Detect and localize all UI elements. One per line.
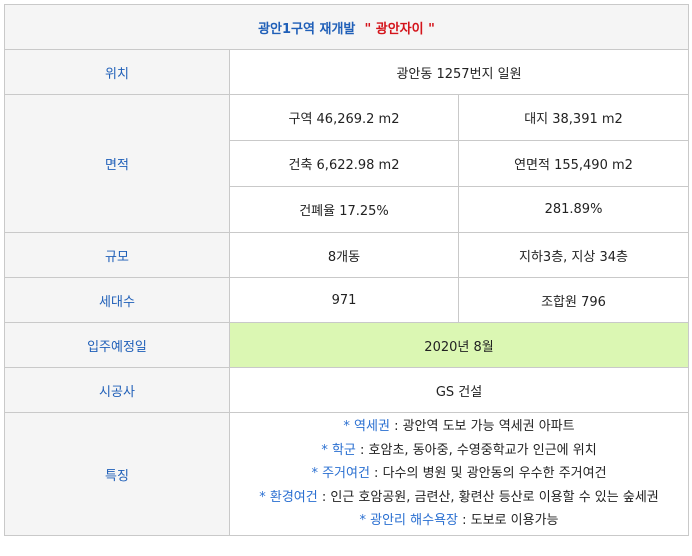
feature-text: : 도보로 이용가능 [458, 513, 559, 529]
feature-item: * 학군 : 호암초, 동아중, 수영중학교가 인근에 위치 [230, 439, 688, 463]
row-move-in: 입주예정일 2020년 8월 [4, 322, 690, 368]
scale-buildings: 8개동 [229, 232, 459, 278]
area-zone: 구역 46,269.2 m2 [229, 94, 459, 141]
feature-item: * 환경여건 : 인근 호암공원, 금련산, 황련산 등산로 이용할 수 있는 … [230, 486, 688, 510]
row-area-1: 면적 구역 46,269.2 m2 대지 38,391 m2 [4, 94, 690, 233]
location-label: 위치 [4, 49, 230, 95]
features-label: 특징 [4, 412, 230, 536]
area-floor-ratio: 281.89% [457, 186, 690, 233]
title-main: 광안1구역 재개발 [258, 21, 356, 37]
feature-text: : 광안역 도보 가능 역세권 아파트 [389, 419, 575, 435]
feature-item: * 광안리 해수욕장 : 도보로 이용가능 [230, 509, 688, 533]
feature-text: : 인근 호암공원, 금련산, 황련산 등산로 이용할 수 있는 숲세권 [317, 489, 659, 505]
title-quote: " 광안자이 " [364, 21, 435, 37]
area-label: 면적 [4, 94, 230, 233]
row-scale: 규모 8개동 지하3층, 지상 34층 [4, 232, 690, 278]
feature-item: * 역세권 : 광안역 도보 가능 역세권 아파트 [230, 415, 688, 439]
row-builder: 시공사 GS 건설 [4, 367, 690, 413]
move-in-value: 2020년 8월 [228, 322, 690, 368]
feature-key: * 역세권 [343, 419, 390, 435]
feature-key: * 학군 [321, 442, 356, 458]
area-land: 대지 38,391 m2 [457, 94, 690, 141]
scale-label: 규모 [4, 232, 230, 278]
title-row: 광안1구역 재개발 " 광안자이 " [3, 4, 690, 50]
feature-text: : 호암초, 동아중, 수영중학교가 인근에 위치 [355, 442, 597, 458]
households-total: 971 [229, 277, 459, 323]
row-location: 위치 광안동 1257번지 일원 [4, 49, 690, 95]
feature-item: * 주거여건 : 다수의 병원 및 광안동의 우수한 주거여건 [230, 462, 688, 486]
scale-floors: 지하3층, 지상 34층 [457, 232, 690, 278]
feature-text: : 다수의 병원 및 광안동의 우수한 주거여건 [369, 466, 607, 482]
builder-value: GS 건설 [228, 367, 690, 413]
feature-key: * 주거여건 [311, 466, 370, 482]
area-building: 건축 6,622.98 m2 [229, 140, 459, 187]
feature-key: * 광안리 해수욕장 [359, 513, 459, 529]
households-members: 조합원 796 [457, 277, 690, 323]
table-title: 광안1구역 재개발 " 광안자이 " [3, 4, 690, 50]
row-households: 세대수 971 조합원 796 [4, 277, 690, 323]
area-total-floor: 연면적 155,490 m2 [457, 140, 690, 187]
feature-key: * 환경여건 [259, 489, 318, 505]
move-in-label: 입주예정일 [4, 322, 230, 368]
project-info-table: 광안1구역 재개발 " 광안자이 " 위치 광안동 1257번지 일원 면적 구… [3, 4, 690, 536]
builder-label: 시공사 [4, 367, 230, 413]
location-value: 광안동 1257번지 일원 [228, 49, 690, 95]
row-features: 특징 * 역세권 : 광안역 도보 가능 역세권 아파트 * 학군 : 호암초,… [4, 412, 690, 536]
households-label: 세대수 [4, 277, 230, 323]
area-coverage: 건폐율 17.25% [229, 186, 459, 233]
features-list: * 역세권 : 광안역 도보 가능 역세권 아파트 * 학군 : 호암초, 동아… [228, 412, 690, 536]
